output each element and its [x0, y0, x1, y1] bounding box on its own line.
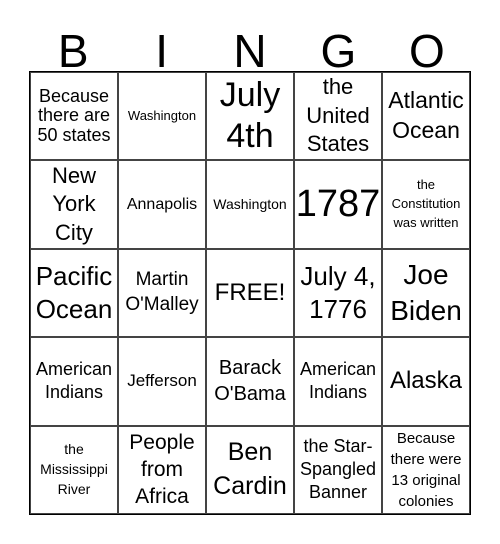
bingo-cell[interactable]: American Indians — [30, 337, 118, 426]
bingo-cell[interactable]: American Indians — [294, 337, 382, 426]
bingo-cell[interactable]: July 4th — [206, 72, 294, 161]
bingo-cell[interactable]: Annapolis — [118, 160, 206, 249]
bingo-cell[interactable]: Alaska — [382, 337, 470, 426]
bingo-cell[interactable]: Barack O'Bama — [206, 337, 294, 426]
bingo-grid: Because there are 50 states Washington Jul… — [29, 71, 471, 515]
bingo-cell[interactable]: the Star-Spangled Banner — [294, 425, 382, 514]
bingo-cell[interactable]: Pacific Ocean — [30, 248, 118, 338]
header-letter-b: B — [57, 25, 89, 77]
bingo-cell[interactable]: Washington — [206, 160, 294, 249]
bingo-cell[interactable]: Washington — [118, 72, 206, 161]
bingo-cell[interactable]: the United States — [294, 72, 382, 161]
bingo-header: B I N G O — [29, 25, 471, 77]
bingo-cell[interactable]: People from Africa — [118, 425, 206, 514]
bingo-cell[interactable]: Because there were 13 original colonies — [382, 425, 470, 514]
bingo-cell[interactable]: the Mississippi River — [30, 425, 118, 514]
bingo-cell[interactable]: 1787 — [294, 160, 382, 249]
bingo-cell[interactable]: Jefferson — [118, 337, 206, 426]
bingo-cell[interactable]: Atlantic Ocean — [382, 72, 470, 161]
bingo-cell[interactable]: New York City — [30, 160, 118, 249]
bingo-cell[interactable]: the Constitution was written — [382, 160, 470, 249]
bingo-cell[interactable]: Because there are 50 states — [30, 72, 118, 161]
bingo-cell[interactable]: July 4, 1776 — [294, 248, 382, 338]
header-letter-n: N — [233, 25, 267, 77]
header-letter-o: O — [408, 25, 445, 77]
bingo-cell[interactable]: Ben Cardin — [206, 425, 294, 514]
free-space-cell[interactable]: FREE! — [206, 248, 294, 338]
header-letter-i: I — [155, 25, 168, 77]
bingo-cell[interactable]: Joe Biden — [382, 248, 470, 338]
header-letter-g: G — [320, 25, 357, 77]
bingo-cell[interactable]: Martin O'Malley — [118, 248, 206, 338]
